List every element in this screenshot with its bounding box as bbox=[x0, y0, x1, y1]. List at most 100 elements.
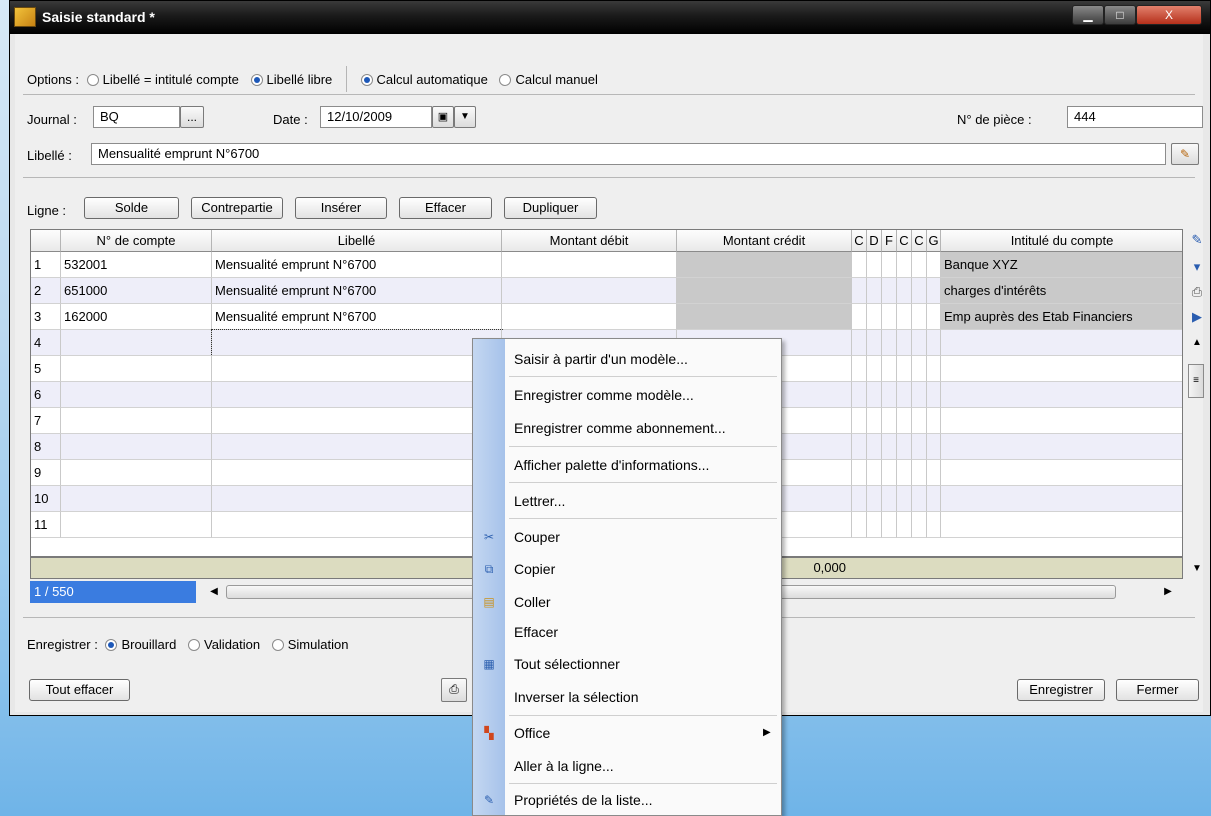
menu-office[interactable]: ▚ Office ▶ bbox=[473, 718, 781, 748]
menu-lettrer[interactable]: Lettrer... bbox=[473, 486, 781, 516]
grid-cell-intitule[interactable]: Banque XYZ bbox=[941, 252, 1182, 278]
grid-cell-c3[interactable] bbox=[912, 304, 927, 330]
col-compte-header[interactable]: N° de compte bbox=[61, 230, 212, 252]
grid-cell-f[interactable] bbox=[882, 252, 897, 278]
grid-cell-c1[interactable] bbox=[852, 252, 867, 278]
grid-cell-c2[interactable] bbox=[897, 512, 912, 538]
grid-cell-d[interactable] bbox=[867, 408, 882, 434]
grid-cell-g[interactable] bbox=[927, 408, 941, 434]
grid-cell-c3[interactable] bbox=[912, 382, 927, 408]
grid-cell-libelle[interactable] bbox=[212, 382, 502, 408]
grid-cell-d[interactable] bbox=[867, 512, 882, 538]
grid-cell-compte[interactable] bbox=[61, 460, 212, 486]
grid-cell-c1[interactable] bbox=[852, 330, 867, 356]
grid-cell-libelle[interactable] bbox=[212, 408, 502, 434]
grid-cell-f[interactable] bbox=[882, 486, 897, 512]
grid-cell-libelle[interactable] bbox=[212, 512, 502, 538]
scroll-down-icon[interactable]: ▼ bbox=[1188, 558, 1206, 580]
menu-saisir-modele[interactable]: Saisir à partir d'un modèle... bbox=[473, 344, 781, 374]
grid-cell-c3[interactable] bbox=[912, 278, 927, 304]
grid-cell-g[interactable] bbox=[927, 304, 941, 330]
journal-field[interactable]: BQ bbox=[93, 106, 180, 128]
grid-cell-libelle[interactable] bbox=[212, 460, 502, 486]
grid-cell-debit[interactable] bbox=[502, 304, 677, 330]
date-dropdown-icon[interactable]: ▼ bbox=[454, 106, 476, 128]
contrepartie-button[interactable]: Contrepartie bbox=[191, 197, 283, 219]
grid-cell-compte[interactable] bbox=[61, 356, 212, 382]
menu-effacer[interactable]: Effacer bbox=[473, 617, 781, 647]
grid-cell-intitule[interactable] bbox=[941, 382, 1182, 408]
col-g-header[interactable]: G bbox=[927, 230, 941, 252]
grid-cell-c2[interactable] bbox=[897, 278, 912, 304]
tout-effacer-button[interactable]: Tout effacer bbox=[29, 679, 130, 701]
vertical-scroll-thumb[interactable]: ≡ bbox=[1188, 364, 1204, 398]
grid-cell-g[interactable] bbox=[927, 382, 941, 408]
libelle-helper-icon[interactable]: ✎ bbox=[1171, 143, 1199, 165]
grid-cell-d[interactable] bbox=[867, 434, 882, 460]
grid-cell-f[interactable] bbox=[882, 408, 897, 434]
scroll-up-icon[interactable]: ▲ bbox=[1188, 332, 1206, 354]
grid-cell-g[interactable] bbox=[927, 486, 941, 512]
calcul-auto-radio[interactable] bbox=[360, 74, 373, 86]
grid-cell-compte[interactable]: 162000 bbox=[61, 304, 212, 330]
grid-cell-c1[interactable] bbox=[852, 434, 867, 460]
grid-cell-libelle[interactable]: Mensualité emprunt N°6700 bbox=[212, 252, 502, 278]
grid-cell-libelle[interactable] bbox=[211, 329, 503, 357]
grid-cell-g[interactable] bbox=[927, 356, 941, 382]
grid-cell-f[interactable] bbox=[882, 304, 897, 330]
calcul-auto-label[interactable]: Calcul automatique bbox=[377, 72, 488, 87]
grid-cell-c3[interactable] bbox=[912, 330, 927, 356]
libelle-intitule-label[interactable]: Libellé = intitulé compte bbox=[103, 72, 239, 87]
scroll-right-icon[interactable]: ▶ bbox=[1160, 583, 1176, 601]
menu-aller-ligne[interactable]: Aller à la ligne... bbox=[473, 751, 781, 781]
menu-coller[interactable]: ▤ Coller bbox=[473, 587, 781, 617]
grid-cell-d[interactable] bbox=[867, 356, 882, 382]
simulation-label[interactable]: Simulation bbox=[288, 637, 349, 652]
calendar-icon[interactable]: ▣ bbox=[432, 106, 454, 128]
grid-cell-compte[interactable]: 532001 bbox=[61, 252, 212, 278]
solde-button[interactable]: Solde bbox=[84, 197, 179, 219]
grid-cell-c1[interactable] bbox=[852, 356, 867, 382]
grid-cell-compte[interactable] bbox=[61, 408, 212, 434]
brouillard-label[interactable]: Brouillard bbox=[121, 637, 176, 652]
grid-cell-c1[interactable] bbox=[852, 382, 867, 408]
menu-enregistrer-abonnement[interactable]: Enregistrer comme abonnement... bbox=[473, 413, 781, 443]
menu-tout-selectionner[interactable]: ▦ Tout sélectionner bbox=[473, 649, 781, 679]
calcul-manuel-label[interactable]: Calcul manuel bbox=[515, 72, 597, 87]
grid-cell-libelle[interactable] bbox=[212, 486, 502, 512]
minimize-button[interactable]: ▁ bbox=[1072, 5, 1104, 25]
menu-inverser-selection[interactable]: Inverser la sélection bbox=[473, 682, 781, 712]
grid-cell-c3[interactable] bbox=[912, 512, 927, 538]
grid-cell-c2[interactable] bbox=[897, 304, 912, 330]
grid-cell-c1[interactable] bbox=[852, 460, 867, 486]
grid-cell-intitule[interactable] bbox=[941, 512, 1182, 538]
brouillard-radio[interactable] bbox=[105, 639, 118, 651]
grid-cell-f[interactable] bbox=[882, 330, 897, 356]
calcul-manuel-radio[interactable] bbox=[499, 74, 512, 86]
effacer-button[interactable]: Effacer bbox=[399, 197, 492, 219]
grid-cell-compte[interactable] bbox=[61, 486, 212, 512]
close-button[interactable]: X bbox=[1136, 5, 1202, 25]
grid-cell-c2[interactable] bbox=[897, 460, 912, 486]
col-debit-header[interactable]: Montant débit bbox=[502, 230, 677, 252]
col-d-header[interactable]: D bbox=[867, 230, 882, 252]
grid-cell-compte[interactable] bbox=[61, 434, 212, 460]
grid-cell-g[interactable] bbox=[927, 252, 941, 278]
grid-cell-libelle[interactable]: Mensualité emprunt N°6700 bbox=[212, 304, 502, 330]
grid-cell-d[interactable] bbox=[867, 460, 882, 486]
maximize-button[interactable]: □ bbox=[1104, 5, 1136, 25]
piece-field[interactable]: 444 bbox=[1067, 106, 1203, 128]
grid-cell-c3[interactable] bbox=[912, 408, 927, 434]
grid-cell-f[interactable] bbox=[882, 278, 897, 304]
grid-cell-c3[interactable] bbox=[912, 434, 927, 460]
grid-cell-credit[interactable] bbox=[677, 304, 852, 330]
grid-cell-intitule[interactable] bbox=[941, 408, 1182, 434]
grid-cell-g[interactable] bbox=[927, 434, 941, 460]
dupliquer-button[interactable]: Dupliquer bbox=[504, 197, 597, 219]
grid-cell-g[interactable] bbox=[927, 330, 941, 356]
date-field[interactable]: 12/10/2009 bbox=[320, 106, 432, 128]
grid-cell-compte[interactable] bbox=[61, 382, 212, 408]
grid-cell-libelle[interactable] bbox=[212, 434, 502, 460]
grid-cell-d[interactable] bbox=[867, 330, 882, 356]
grid-cell-libelle[interactable] bbox=[212, 356, 502, 382]
